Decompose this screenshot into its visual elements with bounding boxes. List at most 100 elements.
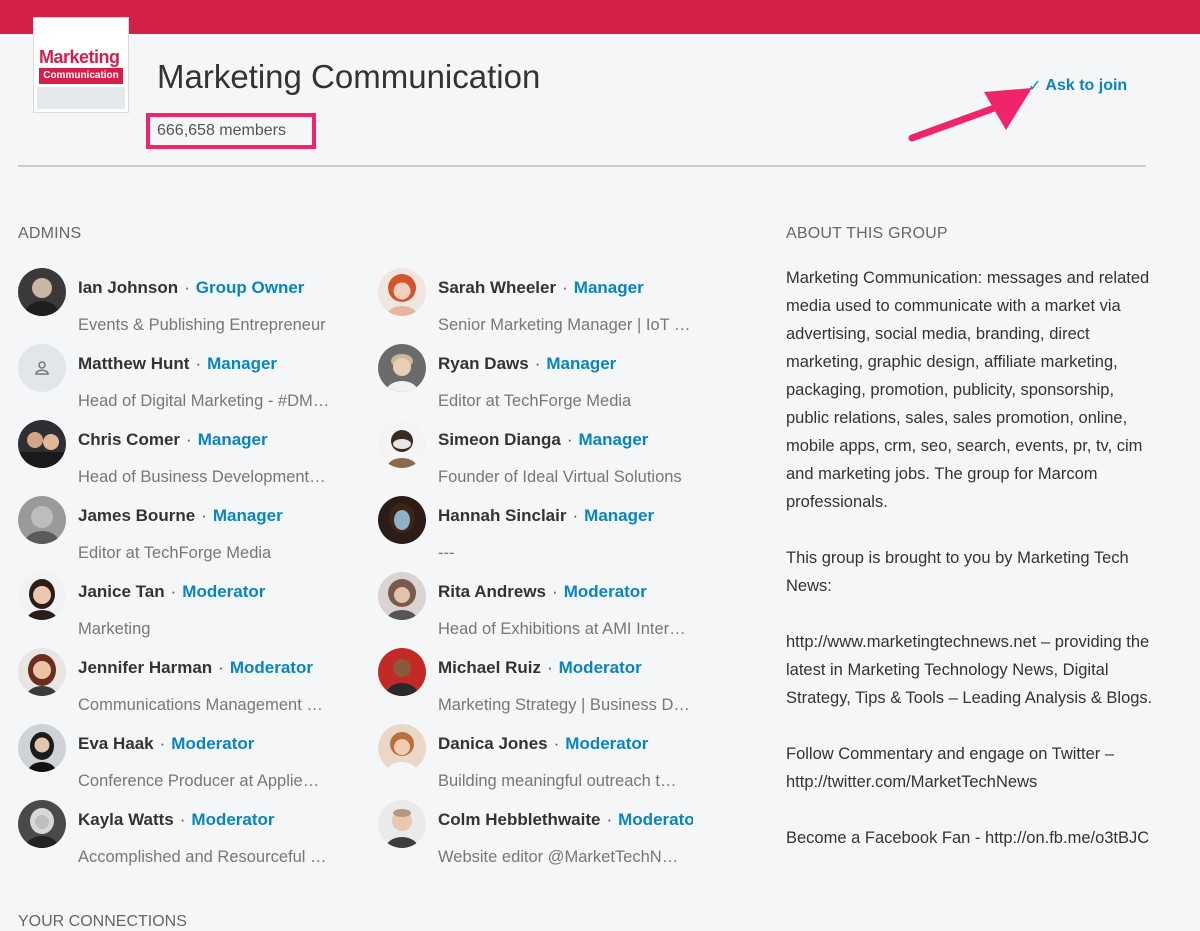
- admin-role[interactable]: Manager: [198, 430, 268, 449]
- admin-item[interactable]: Ryan Daws · Manager Editor at TechForge Me…: [378, 344, 693, 414]
- user-placeholder-icon: [35, 361, 49, 375]
- admin-role[interactable]: Manager: [207, 354, 277, 373]
- annotation-arrow-icon: [908, 88, 1032, 142]
- admin-item[interactable]: Danica Jones · Moderator Building meaningf…: [378, 724, 693, 794]
- avatar[interactable]: [378, 572, 426, 620]
- admin-role[interactable]: Manager: [574, 278, 644, 297]
- admin-name[interactable]: Jennifer Harman: [78, 658, 212, 677]
- avatar[interactable]: [18, 572, 66, 620]
- ask-to-join-button[interactable]: ✓ Ask to join: [1028, 76, 1127, 96]
- admin-subtitle: Website editor @MarketTechN…: [438, 848, 679, 866]
- admin-subtitle: Accomplished and Resourceful …: [78, 848, 327, 866]
- admin-name[interactable]: Danica Jones: [438, 734, 548, 753]
- admin-name[interactable]: Eva Haak: [78, 734, 154, 753]
- admin-item[interactable]: Eva Haak · Moderator Conference Producer a…: [18, 724, 338, 794]
- admin-role[interactable]: Moderator: [564, 582, 647, 601]
- admin-item[interactable]: Colm Hebblethwaite · Moderator Website edi…: [378, 800, 693, 870]
- admin-name[interactable]: Janice Tan: [78, 582, 165, 601]
- admin-name[interactable]: Hannah Sinclair: [438, 506, 566, 525]
- admin-role[interactable]: Manager: [546, 354, 616, 373]
- ask-to-join-label: Ask to join: [1045, 77, 1128, 94]
- admin-role[interactable]: Moderator: [565, 734, 648, 753]
- admin-role[interactable]: Moderator: [618, 810, 693, 829]
- admin-item[interactable]: Simeon Dianga · Manager Founder of Ideal V…: [378, 420, 693, 490]
- admin-item[interactable]: Sarah Wheeler · Manager Senior Marketing M…: [378, 268, 693, 338]
- admin-item[interactable]: Matthew Hunt · Manager Head of Digital Mar…: [18, 344, 338, 414]
- admin-subtitle: Conference Producer at Applie…: [78, 772, 320, 790]
- admin-name[interactable]: Colm Hebblethwaite: [438, 810, 600, 829]
- group-logo: Marketing Communication: [33, 17, 129, 113]
- admin-item[interactable]: Hannah Sinclair · Manager ---: [378, 496, 693, 566]
- admin-name[interactable]: Kayla Watts: [78, 810, 174, 829]
- avatar[interactable]: [18, 344, 66, 392]
- admin-role[interactable]: Group Owner: [196, 278, 305, 297]
- group-title: Marketing Communication: [157, 58, 541, 95]
- avatar[interactable]: [378, 496, 426, 544]
- header-divider: [18, 165, 1146, 167]
- admin-name[interactable]: Michael Ruiz: [438, 658, 541, 677]
- admin-item[interactable]: Kayla Watts · Moderator Accomplished and R…: [18, 800, 338, 870]
- admin-role[interactable]: Moderator: [559, 658, 642, 677]
- admin-subtitle: Communications Management …: [78, 696, 323, 714]
- avatar[interactable]: [378, 344, 426, 392]
- admin-name[interactable]: Simeon Dianga: [438, 430, 561, 449]
- avatar[interactable]: [18, 420, 66, 468]
- admin-subtitle: Editor at TechForge Media: [78, 544, 272, 562]
- admin-subtitle: Head of Digital Marketing - #DM…: [78, 392, 330, 410]
- avatar[interactable]: [378, 648, 426, 696]
- admin-item[interactable]: Jennifer Harman · Moderator Communications…: [18, 648, 338, 718]
- about-paragraph: Become a Facebook Fan - http://on.fb.me/…: [786, 829, 1150, 847]
- admin-subtitle: Marketing: [78, 620, 151, 638]
- admin-name[interactable]: Sarah Wheeler: [438, 278, 556, 297]
- avatar[interactable]: [18, 268, 66, 316]
- admin-item[interactable]: Chris Comer · Manager Head of Business Dev…: [18, 420, 338, 490]
- avatar[interactable]: [378, 268, 426, 316]
- admin-item[interactable]: Ian Johnson · Group Owner Events & Publish…: [18, 268, 338, 338]
- logo-word-marketing: Marketing: [39, 47, 120, 67]
- about-paragraph: http://www.marketingtechnews.net – provi…: [786, 633, 1153, 707]
- admin-name[interactable]: James Bourne: [78, 506, 195, 525]
- avatar[interactable]: [18, 724, 66, 772]
- admin-subtitle: Events & Publishing Entrepreneur: [78, 316, 326, 334]
- admin-role[interactable]: Manager: [213, 506, 283, 525]
- admin-item[interactable]: James Bourne · Manager Editor at TechForge…: [18, 496, 338, 566]
- avatar[interactable]: [18, 800, 66, 848]
- avatar[interactable]: [378, 420, 426, 468]
- logo-band: [37, 87, 125, 109]
- about-paragraph: This group is brought to you by Marketin…: [786, 549, 1129, 595]
- admin-subtitle: Editor at TechForge Media: [438, 392, 632, 410]
- admin-subtitle: ---: [438, 544, 455, 562]
- avatar[interactable]: [378, 724, 426, 772]
- avatar[interactable]: [378, 800, 426, 848]
- admin-item[interactable]: Janice Tan · Moderator Marketing: [18, 572, 338, 642]
- top-bar: [0, 0, 1200, 34]
- admin-name[interactable]: Ian Johnson: [78, 278, 178, 297]
- admin-role[interactable]: Manager: [578, 430, 648, 449]
- admin-subtitle: Founder of Ideal Virtual Solutions: [438, 468, 682, 486]
- about-heading: ABOUT THIS GROUP: [786, 225, 948, 242]
- admins-heading: ADMINS: [18, 225, 82, 242]
- admin-item[interactable]: Michael Ruiz · Moderator Marketing Strateg…: [378, 648, 693, 718]
- your-connections-heading: YOUR CONNECTIONS: [18, 913, 187, 930]
- admin-role[interactable]: Moderator: [191, 810, 274, 829]
- admin-role[interactable]: Moderator: [230, 658, 313, 677]
- admin-role[interactable]: Moderator: [171, 734, 254, 753]
- about-paragraph: Follow Commentary and engage on Twitter …: [786, 745, 1115, 791]
- logo-word-communication: Communication: [39, 68, 123, 84]
- admin-name[interactable]: Matthew Hunt: [78, 354, 189, 373]
- admin-name[interactable]: Chris Comer: [78, 430, 180, 449]
- admin-item[interactable]: Rita Andrews · Moderator Head of Exhibitio…: [378, 572, 693, 642]
- admin-subtitle: Marketing Strategy | Business D…: [438, 696, 690, 714]
- admin-name[interactable]: Rita Andrews: [438, 582, 546, 601]
- admin-role[interactable]: Manager: [584, 506, 654, 525]
- avatar[interactable]: [18, 648, 66, 696]
- about-description: Marketing Communication: messages and re…: [786, 264, 1156, 880]
- admin-role[interactable]: Moderator: [182, 582, 265, 601]
- member-count: 666,658 members: [146, 113, 316, 149]
- admin-name[interactable]: Ryan Daws: [438, 354, 529, 373]
- admin-subtitle: Senior Marketing Manager | IoT …: [438, 316, 691, 334]
- avatar[interactable]: [18, 496, 66, 544]
- about-paragraph: Marketing Communication: messages and re…: [786, 269, 1150, 511]
- admin-subtitle: Building meaningful outreach t…: [438, 772, 677, 790]
- admin-subtitle: Head of Exhibitions at AMI Inter…: [438, 620, 686, 638]
